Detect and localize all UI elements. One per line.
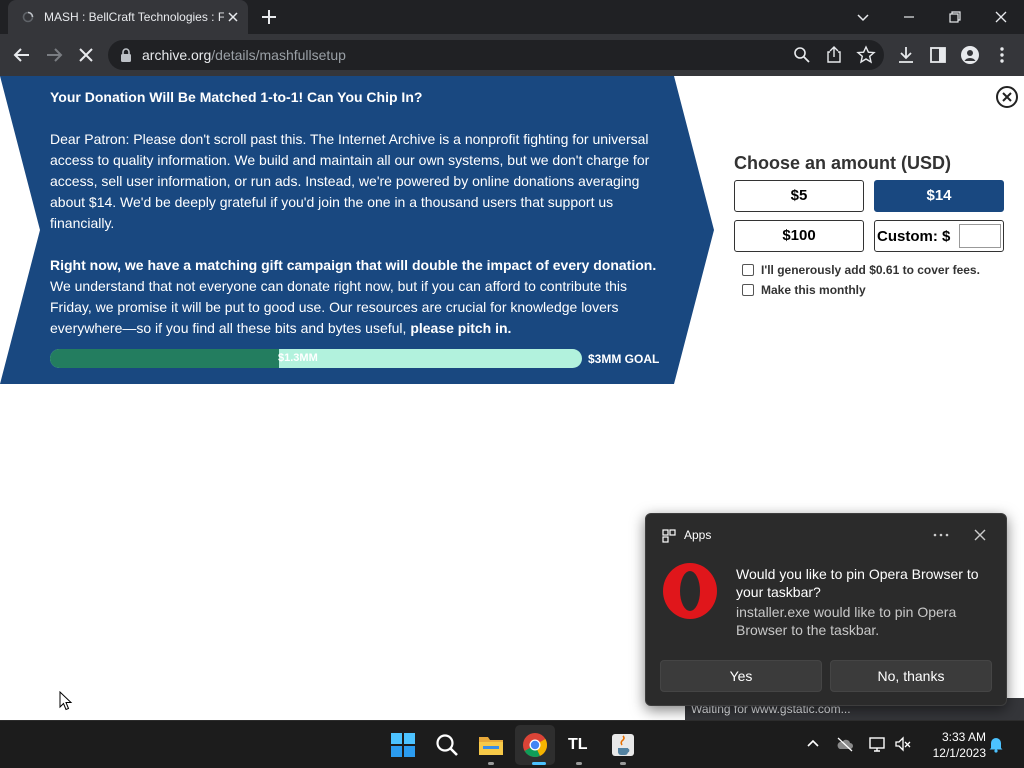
clock-date[interactable]: 12/1/2023 (920, 746, 986, 760)
opera-logo-icon (663, 563, 717, 619)
side-panel-icon[interactable] (928, 45, 948, 65)
search-icon[interactable] (433, 731, 461, 759)
volume-muted-icon[interactable] (894, 735, 912, 753)
start-icon[interactable] (389, 731, 417, 759)
choose-amount-title: Choose an amount (USD) (734, 153, 952, 173)
browser-tab-bar: MASH : BellCraft Technologies : F (0, 0, 1024, 34)
toast-app-name: Apps (684, 528, 712, 542)
goal-label: $3MM GOAL (588, 352, 660, 366)
toast-no-thanks-button[interactable]: No, thanks (830, 660, 992, 692)
url-text[interactable]: archive.org/details/mashfullsetup (142, 47, 346, 63)
java-running-indicator (620, 762, 626, 765)
browser-tab[interactable]: MASH : BellCraft Technologies : F (8, 0, 248, 34)
new-tab-plus-icon[interactable] (260, 8, 278, 26)
restore-icon[interactable] (945, 7, 965, 27)
loading-favicon-icon (22, 11, 34, 23)
apps-grid-icon (662, 529, 676, 543)
file-explorer-running-indicator (488, 762, 494, 765)
tab-search-chevron-icon[interactable] (853, 7, 873, 27)
tab-close-icon[interactable] (226, 10, 240, 24)
more-options-icon[interactable] (930, 526, 952, 544)
notification-toast: Apps Would you like to pin Opera Browser… (645, 513, 1007, 706)
cover-fees-label[interactable]: I'll generously add $0.61 to cover fees. (761, 263, 980, 277)
tl-app-label: TL (568, 736, 588, 753)
tl-app-running-indicator (576, 762, 582, 765)
onedrive-offline-icon[interactable] (836, 735, 854, 753)
toast-title: Would you like to pin Opera Browser to y… (736, 566, 979, 600)
clock-time[interactable]: 3:33 AM (930, 730, 986, 744)
bookmark-star-icon[interactable] (856, 45, 876, 65)
toast-close-icon[interactable] (972, 527, 988, 543)
address-bar[interactable]: archive.org/details/mashfullsetup (108, 40, 884, 70)
url-host: archive.org (142, 47, 212, 63)
chrome-active-indicator (532, 762, 546, 765)
banner-paragraph-2: Right now, we have a matching gift campa… (50, 255, 670, 339)
custom-amount-label: Custom: $ (877, 228, 951, 245)
window-close-icon[interactable] (991, 7, 1011, 27)
amount-100-button[interactable]: $100 (734, 220, 864, 252)
lock-icon[interactable] (120, 48, 132, 62)
custom-amount-box[interactable]: Custom: $ (874, 220, 1004, 252)
banner-paragraph-2-text: We understand that not everyone can dona… (50, 278, 627, 336)
banner-paragraph-1: Dear Patron: Please don't scroll past th… (50, 131, 650, 231)
cover-fees-checkbox[interactable] (742, 264, 754, 276)
notification-bell-icon[interactable] (987, 735, 1005, 753)
browser-toolbar: archive.org/details/mashfullsetup (0, 34, 1024, 76)
kebab-menu-icon[interactable] (992, 45, 1012, 65)
network-icon[interactable] (868, 735, 886, 753)
profile-avatar-icon[interactable] (960, 45, 980, 65)
share-icon[interactable] (824, 45, 844, 65)
progress-amount-label: $1.3MM (278, 352, 318, 364)
monthly-label[interactable]: Make this monthly (761, 283, 866, 297)
amount-5-button[interactable]: $5 (734, 180, 864, 212)
mouse-cursor-icon (59, 691, 73, 711)
amount-14-button[interactable]: $14 (874, 180, 1004, 212)
donation-progress-bar: $1.3MM (50, 349, 582, 368)
search-icon[interactable] (792, 45, 812, 65)
file-explorer-icon[interactable] (477, 731, 505, 759)
chrome-icon[interactable] (521, 731, 549, 759)
custom-amount-input[interactable] (959, 224, 1001, 248)
minimize-icon[interactable] (899, 7, 919, 27)
forward-arrow-icon[interactable] (44, 45, 64, 65)
download-icon[interactable] (896, 45, 916, 65)
java-icon[interactable] (609, 731, 637, 759)
back-arrow-icon[interactable] (12, 45, 32, 65)
banner-pitch-in: please pitch in. (410, 320, 512, 336)
taskbar: TL 3:33 AM 12/1/2023 (0, 720, 1024, 768)
tl-app-icon[interactable]: TL (565, 731, 593, 759)
show-hidden-icons-chevron-icon[interactable] (804, 735, 822, 753)
url-path: /details/mashfullsetup (211, 47, 346, 63)
donation-progress-fill (50, 349, 279, 368)
toast-body: installer.exe would like to pin Opera Br… (736, 604, 957, 638)
close-icon (1002, 92, 1012, 102)
tab-title: MASH : BellCraft Technologies : F (44, 10, 224, 24)
banner-heading: Your Donation Will Be Matched 1-to-1! Ca… (50, 89, 423, 105)
toast-yes-button[interactable]: Yes (660, 660, 822, 692)
close-donation-button[interactable] (996, 86, 1018, 108)
monthly-checkbox[interactable] (742, 284, 754, 296)
stop-loading-icon[interactable] (76, 45, 96, 65)
banner-matching-bold: Right now, we have a matching gift campa… (50, 257, 657, 273)
